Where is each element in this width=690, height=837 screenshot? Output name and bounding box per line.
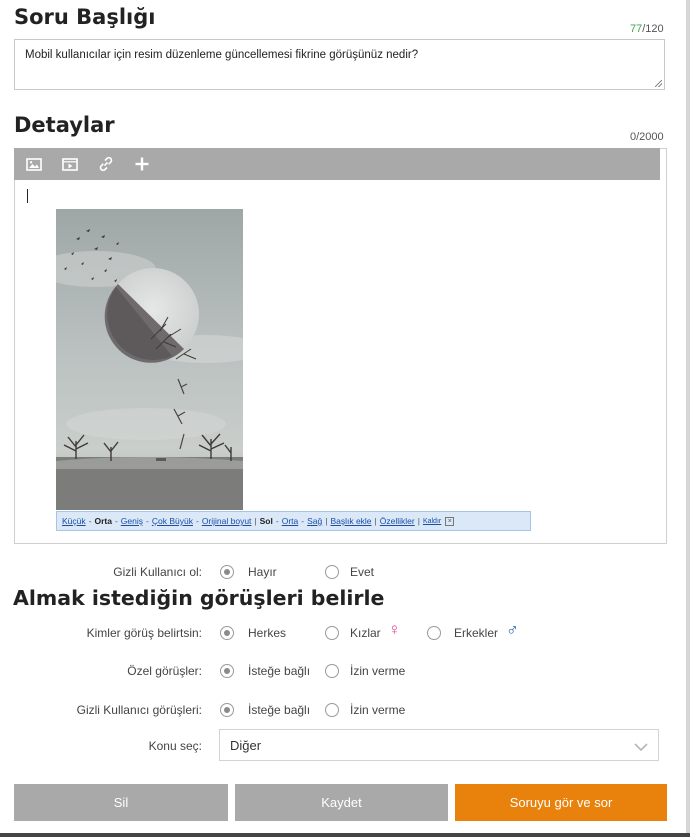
private-optional-radio[interactable] bbox=[220, 664, 234, 678]
anon-deny-label: İzin verme bbox=[350, 703, 406, 717]
plus-icon[interactable] bbox=[127, 148, 157, 180]
align-right-link[interactable]: Sağ bbox=[307, 516, 322, 526]
resize-handle[interactable] bbox=[655, 80, 662, 87]
title-counter-max: /120 bbox=[642, 23, 664, 35]
private-deny-radio[interactable] bbox=[325, 664, 339, 678]
remove-image-link[interactable]: Kaldır bbox=[423, 518, 441, 525]
properties-link[interactable]: Özellikler bbox=[380, 516, 415, 526]
private-deny-label: İzin verme bbox=[350, 664, 406, 678]
who-everyone-label: Herkes bbox=[248, 626, 287, 640]
anon-optional-label: İsteğe bağlı bbox=[248, 703, 311, 717]
size-medium-active[interactable]: Orta bbox=[94, 516, 111, 526]
chevron-down-icon bbox=[634, 739, 648, 757]
page-bottom-border bbox=[0, 833, 690, 837]
image-icon[interactable] bbox=[19, 148, 49, 180]
anonymous-yes-radio[interactable] bbox=[325, 565, 339, 579]
save-button[interactable]: Kaydet bbox=[235, 784, 448, 821]
anon-opinions-label: Gizli Kullanıcı görüşleri: bbox=[76, 703, 202, 717]
size-small-link[interactable]: Küçük bbox=[62, 516, 86, 526]
opinions-heading: Almak istediğin görüşleri belirle bbox=[13, 586, 385, 610]
question-heading: Soru Başlığı bbox=[14, 5, 156, 29]
private-optional-label: İsteğe bağlı bbox=[248, 664, 311, 678]
size-wide-link[interactable]: Geniş bbox=[121, 516, 143, 526]
title-char-counter: 77/120 bbox=[630, 23, 664, 35]
size-xlarge-link[interactable]: Çok Büyük bbox=[152, 516, 193, 526]
anonymous-no-radio[interactable] bbox=[220, 565, 234, 579]
question-title-input[interactable]: Mobil kullanıcılar için resim düzenleme … bbox=[14, 39, 665, 90]
details-char-counter: 0/2000 bbox=[630, 131, 664, 143]
align-left-active[interactable]: Sol bbox=[260, 516, 273, 526]
details-heading: Detaylar bbox=[14, 113, 115, 137]
topic-select-value: Diğer bbox=[230, 738, 262, 753]
link-icon[interactable] bbox=[91, 148, 121, 180]
anon-optional-radio[interactable] bbox=[220, 703, 234, 717]
private-opinions-label: Özel görüşler: bbox=[127, 664, 202, 678]
page-right-border bbox=[686, 0, 690, 837]
close-icon[interactable]: × bbox=[445, 516, 455, 526]
anonymous-no-label: Hayır bbox=[248, 565, 277, 579]
title-counter-used: 77 bbox=[630, 23, 643, 35]
text-caret bbox=[27, 189, 28, 203]
anonymous-yes-label: Evet bbox=[350, 565, 375, 579]
editor-toolbar bbox=[14, 148, 660, 180]
delete-button[interactable]: Sil bbox=[14, 784, 228, 821]
align-center-link[interactable]: Orta bbox=[282, 516, 299, 526]
anon-deny-radio[interactable] bbox=[325, 703, 339, 717]
video-icon[interactable] bbox=[55, 148, 85, 180]
female-icon: ♀ bbox=[388, 620, 401, 639]
preview-and-ask-button[interactable]: Soruyu gör ve sor bbox=[455, 784, 667, 821]
anonymous-label: Gizli Kullanıcı ol: bbox=[113, 565, 202, 579]
topic-label: Konu seç: bbox=[148, 739, 202, 753]
who-everyone-radio[interactable] bbox=[220, 626, 234, 640]
image-options-bar: Küçük - Orta - Geniş - Çok Büyük - Orijinal boyu… bbox=[56, 511, 531, 531]
topic-select[interactable]: Diğer bbox=[219, 729, 659, 761]
male-icon: ♂ bbox=[506, 620, 519, 639]
who-boys-radio[interactable] bbox=[427, 626, 441, 640]
inserted-image[interactable] bbox=[56, 209, 243, 510]
size-original-link[interactable]: Orijinal boyut bbox=[202, 516, 252, 526]
who-label: Kimler görüş belirtsin: bbox=[86, 626, 202, 640]
who-girls-radio[interactable] bbox=[325, 626, 339, 640]
add-caption-link[interactable]: Başlık ekle bbox=[330, 516, 371, 526]
who-boys-label: Erkekler bbox=[454, 626, 499, 640]
who-girls-label: Kızlar bbox=[350, 626, 381, 640]
question-title-value: Mobil kullanıcılar için resim düzenleme … bbox=[25, 49, 419, 61]
